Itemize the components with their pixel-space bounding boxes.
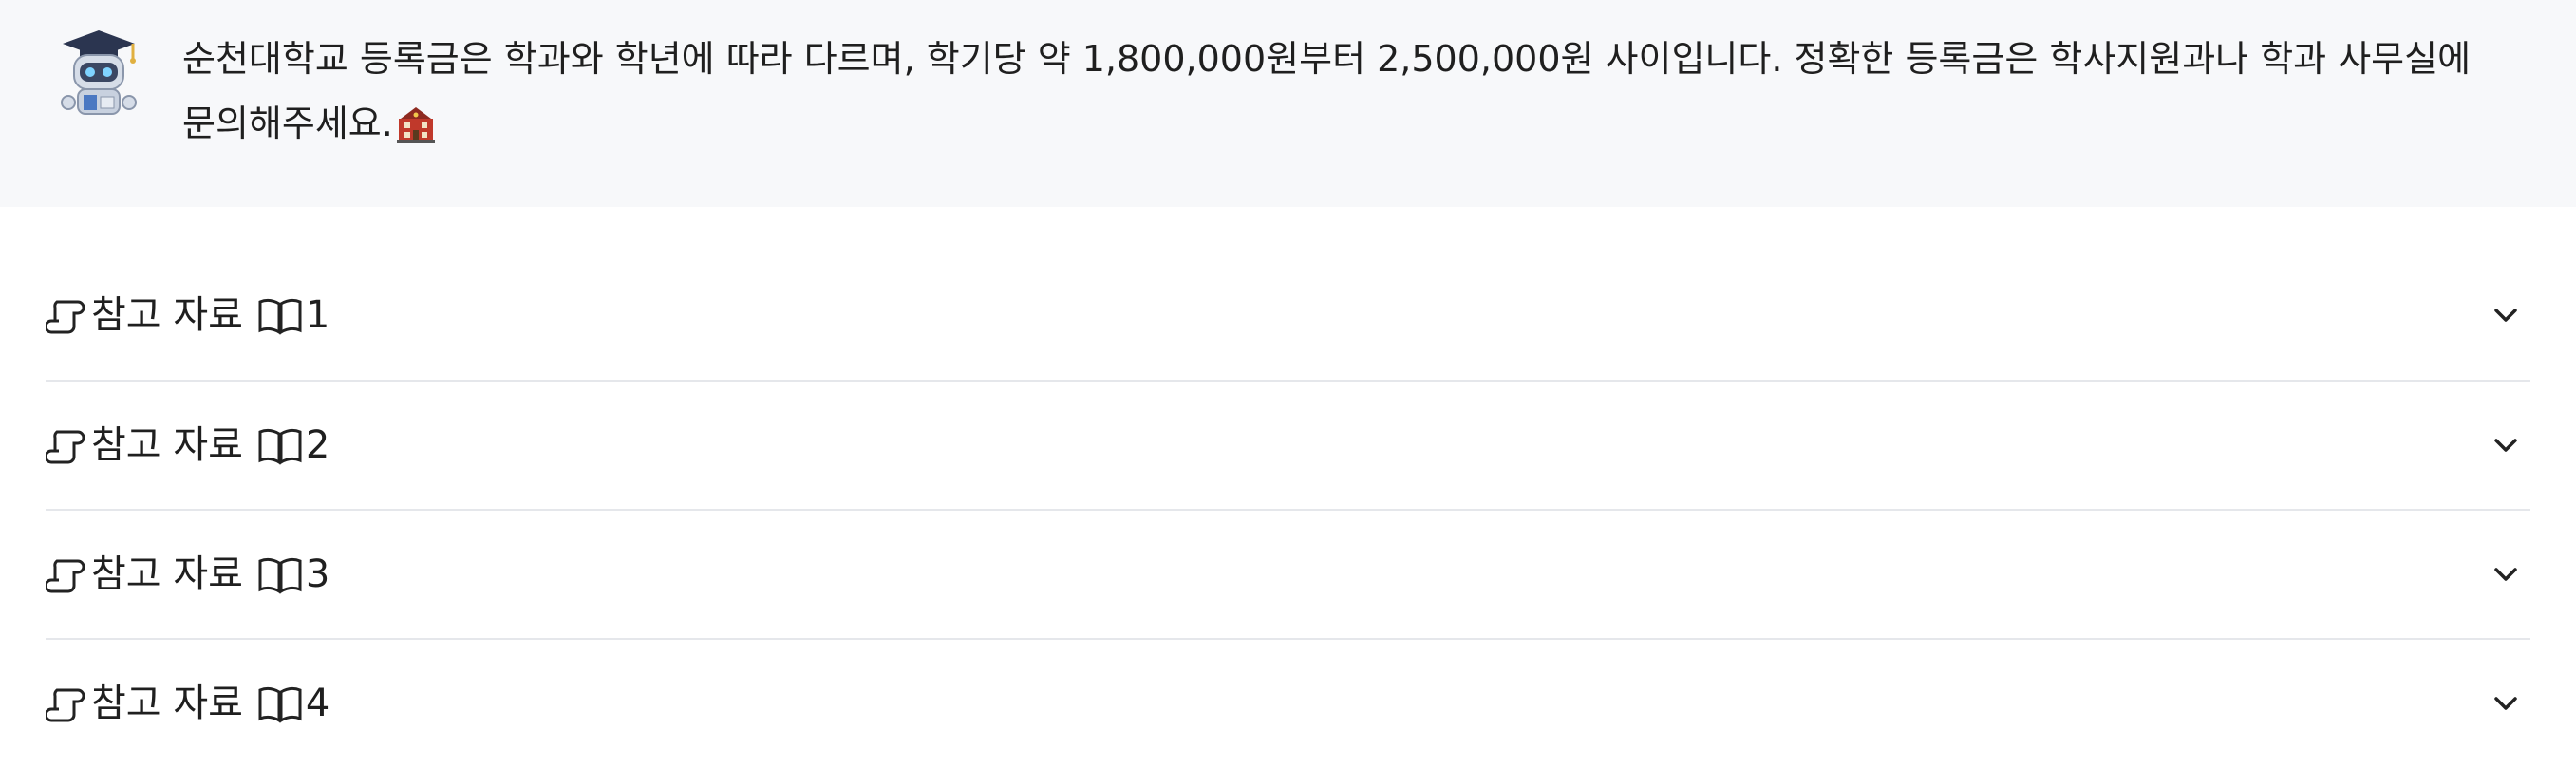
chevron-down-icon[interactable] xyxy=(2489,557,2523,591)
reference-label: 참고 자료 xyxy=(91,682,243,725)
reference-accordion-4[interactable]: 참고 자료 4 xyxy=(46,638,2530,767)
reference-label: 참고 자료 xyxy=(91,293,243,337)
school-building-icon xyxy=(396,107,435,143)
reference-title: 참고 자료 4 xyxy=(46,683,329,724)
reference-title: 참고 자료 3 xyxy=(46,553,329,595)
reference-number: 2 xyxy=(305,423,330,467)
scroll-icon xyxy=(46,430,85,464)
open-book-icon xyxy=(258,298,302,335)
chevron-down-icon[interactable] xyxy=(2489,686,2523,720)
assistant-message-text: 순천대학교 등록금은 학과와 학년에 따라 다르며, 학기당 약 1,800,0… xyxy=(182,27,2528,156)
robot-graduate-icon xyxy=(61,30,137,115)
reference-title: 참고 자료 2 xyxy=(46,424,329,466)
reference-header[interactable]: 참고 자료 4 xyxy=(46,640,2530,767)
reference-number: 4 xyxy=(305,682,330,725)
reference-header[interactable]: 참고 자료 3 xyxy=(46,511,2530,638)
reference-accordion-2[interactable]: 참고 자료 2 xyxy=(46,380,2530,509)
reference-list: 참고 자료 1 참고 자료 2 참고 자료 3 참고 자료 4 xyxy=(46,251,2530,767)
reference-number: 1 xyxy=(305,293,330,337)
chevron-down-icon[interactable] xyxy=(2489,298,2523,332)
reference-header[interactable]: 참고 자료 2 xyxy=(46,382,2530,509)
scroll-icon xyxy=(46,300,85,334)
message-body: 순천대학교 등록금은 학과와 학년에 따라 다르며, 학기당 약 1,800,0… xyxy=(182,38,2472,144)
reference-number: 3 xyxy=(305,552,330,596)
open-book-icon xyxy=(258,686,302,723)
reference-header[interactable]: 참고 자료 1 xyxy=(46,251,2530,380)
reference-label: 참고 자료 xyxy=(91,423,243,467)
assistant-message: 순천대학교 등록금은 학과와 학년에 따라 다르며, 학기당 약 1,800,0… xyxy=(0,0,2576,207)
chevron-down-icon[interactable] xyxy=(2489,428,2523,462)
scroll-icon xyxy=(46,688,85,722)
reference-accordion-1[interactable]: 참고 자료 1 xyxy=(46,251,2530,380)
open-book-icon xyxy=(258,428,302,465)
chat-page: 순천대학교 등록금은 학과와 학년에 따라 다르며, 학기당 약 1,800,0… xyxy=(0,0,2576,767)
open-book-icon xyxy=(258,557,302,594)
reference-accordion-3[interactable]: 참고 자료 3 xyxy=(46,509,2530,638)
reference-title: 참고 자료 1 xyxy=(46,294,329,336)
scroll-icon xyxy=(46,559,85,593)
reference-label: 참고 자료 xyxy=(91,552,243,596)
